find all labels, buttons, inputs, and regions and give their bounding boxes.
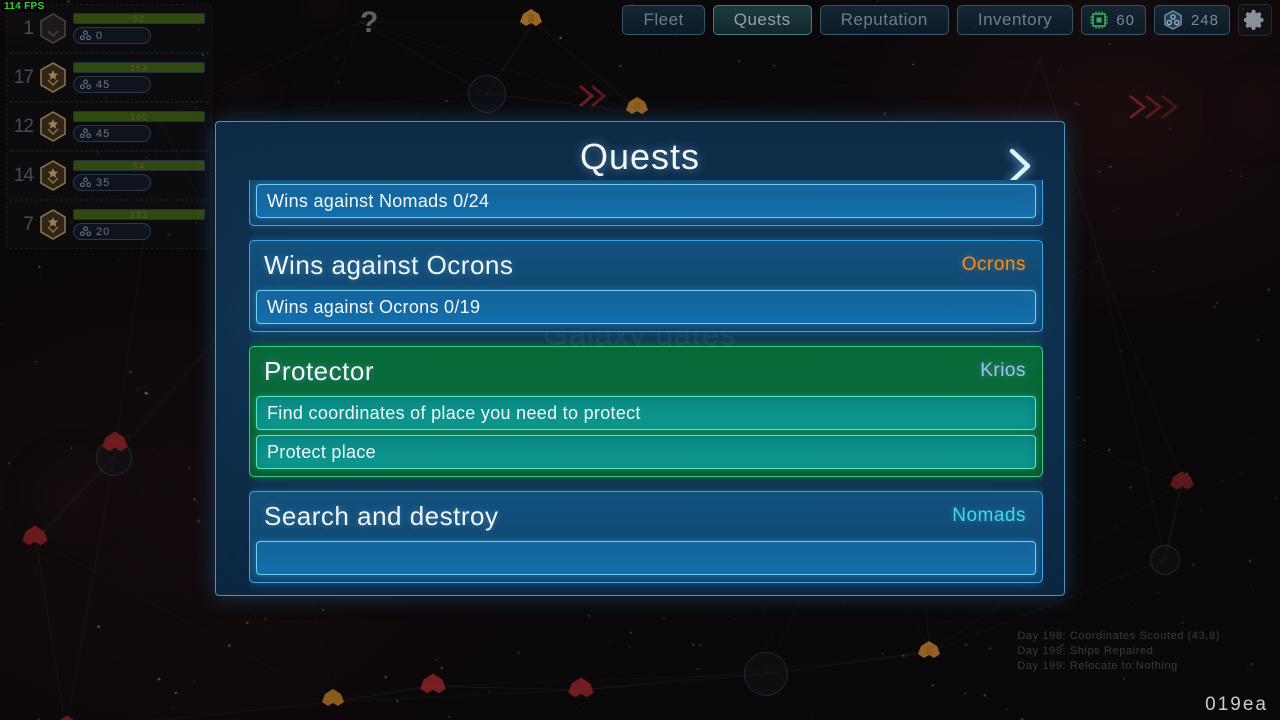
- quest-header: Search and destroy Nomads: [256, 496, 1036, 536]
- ship-marker-red[interactable]: [566, 676, 596, 700]
- health-value: 54: [132, 161, 145, 171]
- quest-card[interactable]: Wins against Ocrons Ocrons Wins against Oc…: [249, 240, 1043, 332]
- crew-count-value: 35: [96, 176, 111, 189]
- hostile-route-chevrons: [1129, 94, 1179, 120]
- resource-counters: 60 248: [1081, 5, 1230, 35]
- resource-chip[interactable]: 60: [1081, 5, 1146, 35]
- tab-fleet[interactable]: Fleet: [622, 5, 705, 35]
- crew-count-chip: 20: [73, 223, 151, 240]
- fleet-sidebar: 1 52 0 17 153 45 12 140 45 14 54 35 7 133 20: [0, 0, 220, 249]
- fleet-health-bar: 133: [73, 209, 205, 220]
- event-log: Day 198: Coordinates Scouted (43,8) Day 1…: [1017, 629, 1220, 674]
- quest-header: Protector Krios: [256, 351, 1036, 391]
- ship-class-hex-icon: [39, 13, 67, 44]
- fleet-ship-count: 12: [13, 115, 34, 137]
- dialog-title: Quests: [579, 136, 701, 177]
- fleet-ship-count: 1: [23, 17, 34, 39]
- quest-task[interactable]: [256, 541, 1036, 575]
- quest-task[interactable]: Wins against Nomads 0/24: [256, 184, 1036, 218]
- fleet-health-bar: 52: [73, 13, 205, 24]
- crew-icon: [80, 79, 91, 90]
- fleet-ship-count: 7: [23, 213, 34, 235]
- crew-count-chip: 45: [73, 125, 151, 142]
- health-value: 133: [129, 210, 149, 220]
- fps-counter: 114 FPS: [2, 1, 47, 12]
- crew-count-value: 0: [96, 29, 104, 42]
- top-navigation-bar: Fleet Quests Reputation Inventory 60 248: [622, 4, 1272, 36]
- ship-marker-orange[interactable]: [320, 688, 346, 708]
- fleet-row[interactable]: 14 54 35: [6, 151, 212, 200]
- fleet-row[interactable]: 17 153 45: [6, 53, 212, 102]
- map-node[interactable]: [1150, 545, 1180, 575]
- settings-button[interactable]: [1238, 4, 1272, 36]
- log-line: Day 199: Relocate to:Nothing: [1017, 660, 1178, 672]
- quest-header: Wins against Ocrons Ocrons: [256, 245, 1036, 285]
- hex-core-icon: [1164, 10, 1182, 30]
- fleet-health-bar: 54: [73, 160, 205, 171]
- crew-icon: [80, 177, 91, 188]
- quest-task[interactable]: Find coordinates of place you need to pr…: [256, 396, 1036, 430]
- ship-class-star-hex-icon: [39, 62, 67, 93]
- tab-inventory[interactable]: Inventory: [956, 5, 1074, 35]
- crew-count-chip: 35: [73, 174, 151, 191]
- crew-count-chip: 0: [73, 27, 151, 44]
- crew-count-value: 20: [96, 225, 111, 238]
- health-value: 140: [129, 112, 149, 122]
- quest-card[interactable]: Search and destroy Nomads: [249, 491, 1043, 583]
- quest-title: Protector: [264, 355, 374, 386]
- map-node[interactable]: [468, 75, 506, 113]
- ship-marker-red[interactable]: [1168, 470, 1196, 492]
- log-line: Day 199: Ships Repaired: [1017, 645, 1154, 657]
- ship-marker-red[interactable]: [20, 524, 50, 548]
- quest-faction-label: Ocrons: [961, 254, 1026, 275]
- resource-hex-core[interactable]: 248: [1153, 5, 1230, 35]
- quest-card[interactable]: Protector Krios Find coordinates of place …: [249, 346, 1043, 477]
- ship-marker-red[interactable]: [418, 672, 448, 696]
- quest-task[interactable]: Wins against Ocrons 0/19: [256, 290, 1036, 324]
- ship-class-star-hex-icon: [39, 111, 67, 142]
- tab-quests[interactable]: Quests: [712, 5, 812, 35]
- crew-count-value: 45: [96, 127, 111, 140]
- ship-marker-red[interactable]: [52, 714, 82, 720]
- chip-icon: [1090, 11, 1108, 29]
- resource-value: 60: [1116, 11, 1135, 29]
- log-line: Day 198: Coordinates Scouted (43,8): [1017, 630, 1220, 642]
- crew-icon: [80, 30, 91, 41]
- ship-marker-orange[interactable]: [518, 8, 544, 28]
- quest-list[interactable]: Wins against Nomads 0/24 Wins against Ocr…: [249, 180, 1043, 595]
- ship-marker-orange[interactable]: [624, 96, 650, 116]
- map-node[interactable]: [744, 652, 788, 696]
- fleet-row[interactable]: 7 133 20: [6, 200, 212, 249]
- ship-class-star-hex-icon: [39, 209, 67, 240]
- quest-card[interactable]: Wins against Nomads 0/24: [249, 180, 1043, 226]
- crew-count-value: 45: [96, 78, 111, 91]
- tab-reputation[interactable]: Reputation: [819, 5, 949, 35]
- ship-marker-orange[interactable]: [916, 640, 942, 660]
- fleet-ship-count: 14: [13, 164, 34, 186]
- fleet-row[interactable]: 12 140 45: [6, 102, 212, 151]
- quest-title: Wins against Ocrons: [264, 249, 514, 280]
- fleet-health-bar: 153: [73, 62, 205, 73]
- ship-marker-red[interactable]: [100, 430, 130, 454]
- health-value: 52: [132, 14, 145, 24]
- quest-faction-label: Krios: [980, 360, 1026, 381]
- crew-icon: [80, 128, 91, 139]
- fleet-health-bar: 140: [73, 111, 205, 122]
- crew-count-chip: 45: [73, 76, 151, 93]
- ship-class-star-hex-icon: [39, 160, 67, 191]
- quests-dialog: Galaxy gates Completed:2/20 Quests Wins …: [215, 121, 1065, 596]
- hostile-route-chevrons: [579, 84, 607, 108]
- resource-value: 248: [1190, 11, 1219, 29]
- gear-icon: [1244, 9, 1264, 30]
- quest-task[interactable]: Protect place: [256, 435, 1036, 469]
- nav-tabs: Fleet Quests Reputation Inventory: [622, 5, 1074, 35]
- crew-icon: [80, 226, 91, 237]
- fleet-ship-count: 17: [13, 66, 34, 88]
- health-value: 153: [129, 63, 149, 73]
- unknown-marker-icon[interactable]: ?: [360, 6, 378, 40]
- quest-faction-label: Nomads: [952, 505, 1026, 526]
- version-label: 019ea: [1205, 694, 1268, 715]
- quest-title: Search and destroy: [264, 500, 499, 531]
